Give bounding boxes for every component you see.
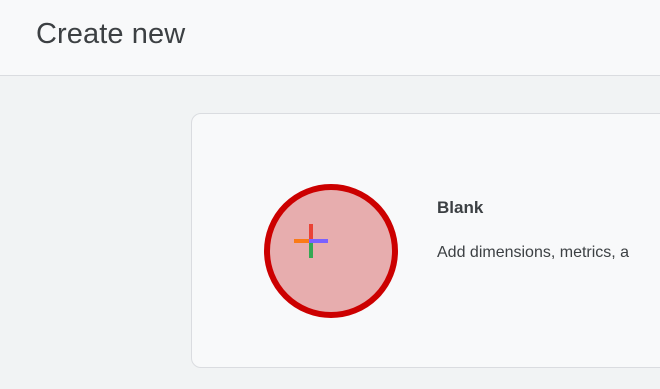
colorful-plus-icon[interactable] xyxy=(294,224,328,258)
click-highlight-circle xyxy=(264,184,398,318)
page: Create new Blank Add dimensions, metrics… xyxy=(0,0,660,389)
plus-top-segment xyxy=(309,224,313,239)
plus-bottom-segment xyxy=(309,243,313,258)
page-title: Create new xyxy=(36,18,186,50)
plus-right-segment xyxy=(309,239,328,243)
blank-template-card[interactable] xyxy=(191,113,660,368)
blank-card-description: Add dimensions, metrics, a xyxy=(437,244,630,261)
plus-left-segment xyxy=(294,239,309,243)
page-header: Create new xyxy=(0,0,660,76)
blank-card-title: Blank xyxy=(437,198,484,217)
